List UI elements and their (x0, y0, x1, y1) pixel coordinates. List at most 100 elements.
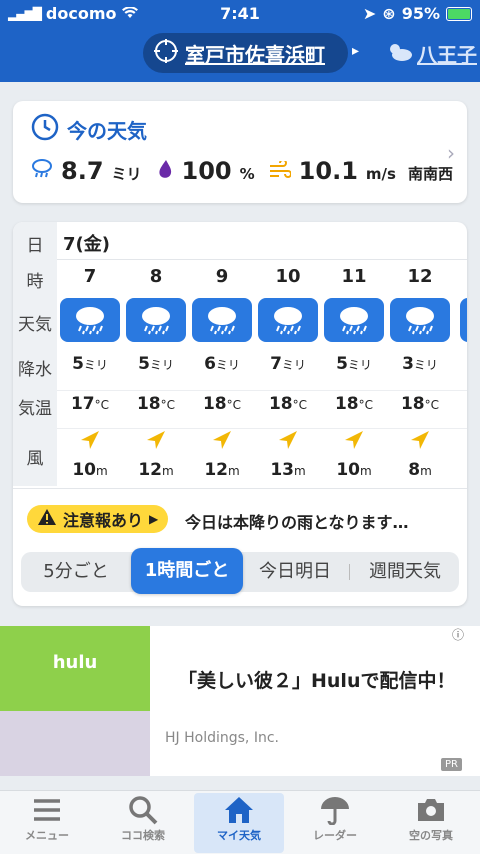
wind-speed: 10m (72, 460, 108, 480)
nav-sky-photos-label: 空の写真 (409, 829, 453, 842)
tab-divider (349, 564, 350, 580)
ad-image[interactable]: hulu (0, 626, 150, 776)
temperature: 17°C (70, 394, 110, 414)
next-location-label: 八王子 (417, 43, 477, 67)
hour-column: 12 3ミリ 18°C 8m (387, 260, 453, 486)
temperature: 18°C (136, 394, 176, 414)
ad-title[interactable]: 「美しい彼２」Huluで配信中！ (178, 666, 455, 693)
nav-sky-photos[interactable]: 空の写真 (386, 793, 476, 853)
tab-5min[interactable]: 5分ごと (21, 552, 131, 592)
current-location-label: 室戸市佐喜浜町 (185, 42, 325, 67)
humidity-drop-icon (156, 159, 174, 183)
hour-column: 9 6ミリ 18°C 12m (189, 260, 255, 486)
menu-icon (2, 793, 92, 827)
row-label-wind: 風 (26, 449, 44, 469)
nav-search[interactable]: ココ検索 (98, 793, 188, 853)
nav-radar[interactable]: レーダー (290, 793, 380, 853)
hour-label: 9 (215, 266, 229, 287)
rotation-lock-icon: ⊛ (382, 4, 396, 23)
wind-icon (269, 159, 292, 183)
alert-text: 今日は本降りの雨となります… (185, 513, 409, 532)
hour-column: 8 5ミリ 18°C 12m (123, 260, 189, 486)
ad-banner[interactable]: hulu ⓘ 「美しい彼２」Huluで配信中！ HJ Holdings, Inc… (0, 626, 480, 776)
precip-amount: 5ミリ (336, 354, 372, 374)
info-icon[interactable]: ⓘ (452, 626, 464, 643)
crosshair-icon (153, 38, 179, 69)
tab-hourly[interactable]: 1時間ごと (131, 548, 243, 594)
hour-column: 11 5ミリ 18°C 10m (321, 260, 387, 486)
location-services-icon: ➤ (362, 4, 377, 23)
hour-column: 7 5ミリ 17°C 10m (57, 260, 123, 486)
battery-percent: 95% (401, 4, 440, 23)
precip-amount: 6ミリ (204, 354, 240, 374)
alert-row[interactable]: 注意報あり ▶ 今日は本降りの雨となります… (13, 488, 467, 548)
bottom-nav: メニュー ココ検索 マイ天気 レーダー 空の写真 (0, 790, 480, 854)
current-weather-card[interactable]: 今の天気 8.7 ミリ 100 % 10.1 m/s 南南西 › (13, 101, 467, 203)
row-labels: 日 時 天気 降水 気温 風 (13, 222, 57, 486)
precip-unit: ミリ (111, 165, 142, 183)
wind-speed: 10m (336, 460, 372, 480)
rain-cloud-icon (192, 298, 252, 342)
ad-sponsor: HJ Holdings, Inc. (165, 730, 279, 746)
rain-cloud-icon (460, 298, 467, 342)
nav-menu[interactable]: メニュー (2, 793, 92, 853)
hour-label: 10 (275, 266, 301, 287)
wind-speed-unit: m/s (365, 165, 396, 183)
location-tabs: 室戸市佐喜浜町 ▸ 八王子 (0, 33, 480, 77)
tab-weekly[interactable]: 週間天気 (351, 552, 459, 592)
precip-amount: 5ミリ (138, 354, 174, 374)
humidity-unit: % (239, 165, 255, 183)
hour-label: 8 (149, 266, 163, 287)
clock-icon (31, 113, 59, 146)
ad-pr-badge: PR (441, 758, 462, 771)
nav-my-weather[interactable]: マイ天気 (194, 793, 284, 853)
wind-speed: 8m (408, 460, 432, 480)
hour-label: 12 (407, 266, 433, 287)
temperature: 18°C (202, 394, 242, 414)
alert-badge-label: 注意報あり (63, 511, 144, 530)
rain-cloud-icon (390, 298, 450, 342)
location-tab-current[interactable]: 室戸市佐喜浜町 (143, 33, 348, 73)
triangle-right-icon: ▸ (352, 43, 360, 59)
wind-speed: 12m (138, 460, 174, 480)
hour-label: 11 (341, 266, 367, 287)
hour-column-partial (457, 260, 467, 486)
temperature: 18°C (334, 394, 374, 414)
rain-cloud-icon (324, 298, 384, 342)
temperature: 18°C (268, 394, 308, 414)
hulu-logo: hulu (52, 652, 98, 673)
rain-cloud-icon (126, 298, 186, 342)
row-label-weather: 天気 (18, 315, 52, 335)
hourly-forecast-card: 日 時 天気 降水 気温 風 7(金) 7 5ミリ 17°C 10m 8 5ミリ 18°C 1… (13, 222, 467, 606)
wind-speed: 13m (270, 460, 306, 480)
search-icon (98, 793, 188, 827)
hour-column: 10 7ミリ 18°C 13m (255, 260, 321, 486)
wind-direction-arrow-icon (255, 428, 321, 456)
camera-icon (386, 793, 476, 827)
hour-label: 7 (83, 266, 97, 287)
day-row: 7(金) (57, 222, 467, 260)
rain-cloud-icon (31, 157, 53, 183)
nav-menu-label: メニュー (25, 829, 69, 842)
wind-direction-arrow-icon (123, 428, 189, 456)
app-header: ▂▄▆█ docomo 7:41 ➤ ⊛ 95% 室戸市佐喜浜町 ▸ 八王子 (0, 0, 480, 82)
day-label: 7(金) (63, 234, 110, 255)
battery-icon (446, 6, 472, 21)
location-tab-next[interactable]: 八王子 (385, 39, 477, 68)
tab-today-tomorrow[interactable]: 今日明日 (243, 552, 347, 592)
precip-value: 8.7 (61, 157, 104, 185)
row-label-precip: 降水 (18, 360, 52, 380)
wind-speed-value: 10.1 (298, 157, 358, 185)
humidity-value: 100 (181, 157, 232, 185)
wind-direction-arrow-icon (57, 428, 123, 456)
chevron-right-icon: › (447, 141, 455, 165)
alert-badge[interactable]: 注意報あり ▶ (27, 505, 169, 533)
row-label-day: 日 (26, 236, 44, 256)
ad-photo (0, 711, 150, 776)
precip-amount: 3ミリ (402, 354, 438, 374)
current-weather-title: 今の天気 (67, 119, 147, 143)
sun-cloud-icon (385, 40, 413, 67)
temperature: 18°C (400, 394, 440, 414)
row-label-temp: 気温 (18, 399, 52, 419)
wind-direction-arrow-icon (189, 428, 255, 456)
